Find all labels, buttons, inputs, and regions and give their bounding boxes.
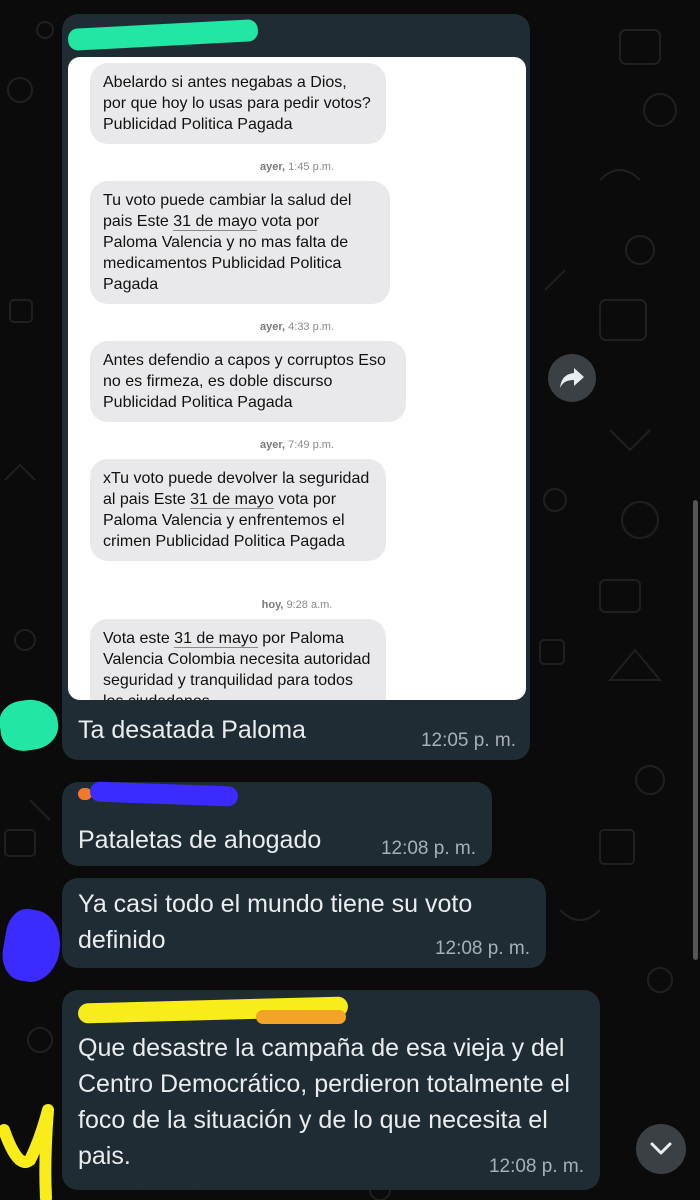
sender-name-redaction: [67, 19, 259, 51]
sms-timestamp: ayer, 7:49 p.m.: [259, 439, 334, 451]
forward-button[interactable]: [548, 354, 596, 402]
scrollbar[interactable]: [693, 500, 698, 960]
sms-bubble: Tu voto puede cambiar la salud del pais …: [90, 181, 390, 304]
chevron-down-icon: [650, 1142, 672, 1155]
message-bubble[interactable]: Ya casi todo el mundo tiene su voto defi…: [62, 878, 546, 968]
scroll-to-bottom-button[interactable]: [636, 1124, 686, 1174]
share-forward-icon: [560, 368, 584, 388]
message-time: 12:08 p. m.: [488, 1156, 584, 1177]
sms-bubble: Vota este 31 de mayo por Paloma Valencia…: [90, 619, 386, 700]
sms-timestamp: hoy, 9:28 a.m.: [261, 599, 333, 611]
sms-bubble: Antes defendio a capos y corruptos Eso n…: [90, 341, 406, 422]
sms-bubble: Abelardo si antes negabas a Dios, por qu…: [90, 63, 386, 144]
date-link[interactable]: 31 de mayo: [190, 491, 274, 509]
message-bubble[interactable]: Pataletas de ahogado 12:08 p. m.: [62, 781, 492, 866]
message-time: 12:08 p. m.: [434, 938, 530, 959]
message-text: Pataletas de ahogado: [78, 826, 322, 854]
message-time: 12:08 p. m.: [380, 838, 476, 859]
sms-timestamp: ayer, 4:33 p.m.: [259, 321, 334, 333]
message-text: Que desastre la campaña de esa vieja y d…: [78, 1034, 570, 1170]
caption-area: Ta desatada Paloma 12:05 p. m.: [62, 700, 530, 760]
embedded-sms-screenshot[interactable]: Abelardo si antes negabas a Dios, por qu…: [68, 57, 526, 700]
message-text: Ta desatada Paloma: [78, 716, 306, 744]
date-link[interactable]: 31 de mayo: [174, 630, 258, 648]
message-time: 12:05 p. m.: [420, 730, 516, 751]
sms-bubble: xTu voto puede devolver la seguridad al …: [90, 459, 386, 561]
emoji-redaction: [256, 1010, 346, 1024]
sender-name-redaction: [89, 781, 239, 807]
sms-timestamp: ayer, 1:45 p.m.: [259, 161, 334, 173]
avatar-redaction: [0, 1104, 54, 1200]
message-bubble[interactable]: Que desastre la campaña de esa vieja y d…: [62, 990, 600, 1190]
date-link[interactable]: 31 de mayo: [173, 213, 257, 231]
